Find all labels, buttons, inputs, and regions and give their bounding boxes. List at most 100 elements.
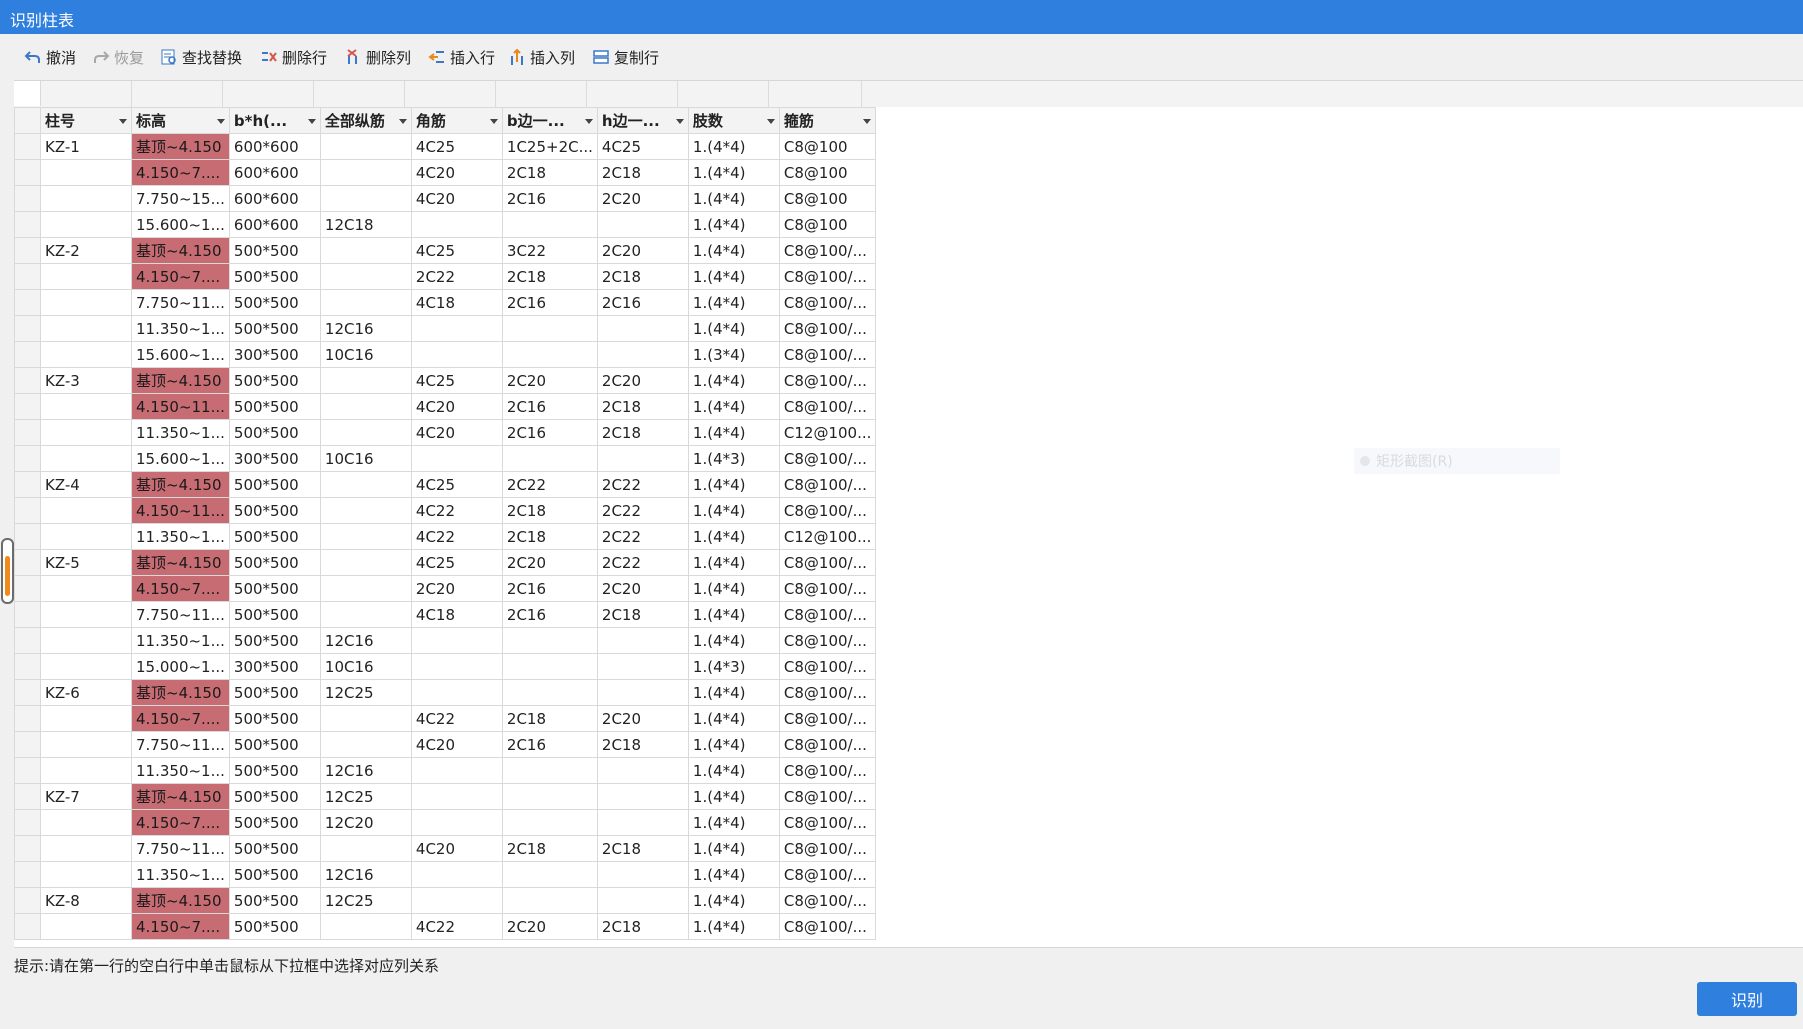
row-number-cell[interactable] xyxy=(14,263,41,290)
table-cell[interactable]: 12C25 xyxy=(319,887,412,914)
row-number-cell[interactable] xyxy=(14,887,41,914)
recognize-button[interactable]: 识别 xyxy=(1697,982,1797,1016)
table-cell[interactable] xyxy=(596,783,689,810)
table-cell[interactable]: KZ-6 xyxy=(40,679,132,706)
table-cell[interactable]: 2C20 xyxy=(596,185,689,212)
table-cell[interactable]: C8@100 xyxy=(778,185,877,212)
row-number-cell[interactable] xyxy=(14,627,41,654)
table-cell[interactable]: 4C18 xyxy=(410,601,503,628)
table-row[interactable]: 11.350~1... 500*500 12C16 1.(4*4) C8@100/... xyxy=(14,861,877,888)
table-cell[interactable]: KZ-5 xyxy=(40,549,132,576)
row-number-cell[interactable] xyxy=(14,497,41,524)
table-row[interactable]: 4.150~7.... 500*500 2C22 2C18 2C18 1.(4*4) C8@… xyxy=(14,263,877,290)
table-cell[interactable]: 2C18 xyxy=(501,523,598,550)
table-cell[interactable]: KZ-1 xyxy=(40,133,132,160)
table-cell[interactable]: 2C16 xyxy=(501,575,598,602)
table-cell[interactable]: 2C18 xyxy=(596,835,689,862)
table-cell[interactable]: C8@100/... xyxy=(778,705,877,732)
table-row[interactable]: 4.150~7.... 500*500 4C22 2C20 2C18 1.(4*4) C8@… xyxy=(14,913,877,940)
table-cell[interactable] xyxy=(596,809,689,836)
table-cell[interactable] xyxy=(40,913,132,940)
dropdown-arrow-icon[interactable] xyxy=(119,119,127,124)
table-cell[interactable]: C8@100 xyxy=(778,133,877,160)
table-cell[interactable]: 2C22 xyxy=(596,497,689,524)
table-cell[interactable] xyxy=(596,679,689,706)
table-cell[interactable]: 2C18 xyxy=(596,393,689,420)
dropdown-arrow-icon[interactable] xyxy=(216,119,225,124)
table-row[interactable]: 15.600~1... 300*500 10C16 1.(4*3) C8@100/... xyxy=(14,445,877,472)
table-row[interactable]: 11.350~1... 500*500 4C22 2C18 2C22 1.(4*4) C12… xyxy=(14,523,877,550)
table-cell[interactable]: 500*500 xyxy=(228,705,321,732)
table-cell[interactable]: 2C20 xyxy=(410,575,503,602)
table-cell[interactable] xyxy=(596,315,689,342)
table-cell[interactable] xyxy=(40,393,132,420)
table-cell[interactable] xyxy=(410,315,503,342)
table-cell[interactable]: 500*500 xyxy=(228,887,321,914)
row-number-cell[interactable] xyxy=(14,367,41,394)
table-cell[interactable]: 4C25 xyxy=(410,237,503,264)
mapping-row-blank-cell[interactable] xyxy=(14,81,41,106)
table-cell[interactable]: 11.350~1... xyxy=(131,861,230,888)
table-cell[interactable] xyxy=(319,731,412,758)
table-row[interactable]: 4.150~7.... 500*500 4C22 2C18 2C20 1.(4*4) C8@… xyxy=(14,705,877,732)
row-number-cell[interactable] xyxy=(14,419,41,446)
table-cell[interactable] xyxy=(410,887,503,914)
table-cell[interactable]: 基顶~4.150 xyxy=(131,133,230,160)
table-cell[interactable]: 3C22 xyxy=(501,237,598,264)
table-cell[interactable]: C8@100/... xyxy=(778,341,877,368)
table-cell[interactable] xyxy=(596,627,689,654)
table-cell[interactable]: 2C18 xyxy=(501,835,598,862)
row-number-cell[interactable] xyxy=(14,133,41,160)
table-cell[interactable]: 2C22 xyxy=(596,523,689,550)
table-cell[interactable] xyxy=(40,341,132,368)
table-cell[interactable]: 2C18 xyxy=(501,705,598,732)
column-header[interactable]: 标高 xyxy=(131,107,230,134)
row-number-cell[interactable] xyxy=(14,679,41,706)
table-row[interactable]: 11.350~1... 500*500 12C16 1.(4*4) C8@100/... xyxy=(14,315,877,342)
row-number-cell[interactable] xyxy=(14,601,41,628)
table-row[interactable]: 7.750~15... 600*600 4C20 2C16 2C20 1.(4*4) C8@… xyxy=(14,185,877,212)
table-cell[interactable] xyxy=(319,185,412,212)
table-cell[interactable]: 500*500 xyxy=(228,497,321,524)
table-cell[interactable]: 基顶~4.150 xyxy=(131,679,230,706)
column-header[interactable]: 箍筋 xyxy=(778,107,877,134)
table-cell[interactable]: 500*500 xyxy=(228,393,321,420)
table-cell[interactable]: 4C25 xyxy=(410,367,503,394)
table-cell[interactable]: 12C25 xyxy=(319,783,412,810)
table-cell[interactable] xyxy=(319,549,412,576)
table-cell[interactable]: 4C20 xyxy=(410,159,503,186)
table-cell[interactable]: 1.(4*4) xyxy=(687,601,780,628)
table-cell[interactable]: 1.(4*4) xyxy=(687,887,780,914)
dropdown-arrow-icon[interactable] xyxy=(307,119,316,124)
row-number-cell[interactable] xyxy=(14,705,41,732)
table-cell[interactable]: 500*500 xyxy=(228,263,321,290)
table-cell[interactable] xyxy=(410,341,503,368)
table-cell[interactable]: C8@100/... xyxy=(778,601,877,628)
table-cell[interactable] xyxy=(410,211,503,238)
table-cell[interactable] xyxy=(410,783,503,810)
dropdown-arrow-icon[interactable] xyxy=(398,119,407,124)
table-cell[interactable]: 11.350~1... xyxy=(131,419,230,446)
table-cell[interactable] xyxy=(40,653,132,680)
table-cell[interactable] xyxy=(40,861,132,888)
table-cell[interactable]: 4C20 xyxy=(410,835,503,862)
row-number-cell[interactable] xyxy=(14,159,41,186)
table-cell[interactable]: C8@100/... xyxy=(778,809,877,836)
row-number-cell[interactable] xyxy=(14,549,41,576)
table-cell[interactable]: 4C20 xyxy=(410,185,503,212)
table-cell[interactable]: C8@100/... xyxy=(778,783,877,810)
table-cell[interactable]: 1.(4*4) xyxy=(687,185,780,212)
table-cell[interactable]: 500*500 xyxy=(228,523,321,550)
table-cell[interactable]: 4.150~7.... xyxy=(131,809,230,836)
row-number-cell[interactable] xyxy=(14,861,41,888)
table-cell[interactable]: 4C18 xyxy=(410,289,503,316)
row-number-cell[interactable] xyxy=(14,211,41,238)
table-cell[interactable]: C8@100/... xyxy=(778,263,877,290)
table-row[interactable]: 4.150~11... 500*500 4C20 2C16 2C18 1.(4*4) C8@… xyxy=(14,393,877,420)
table-cell[interactable]: 基顶~4.150 xyxy=(131,887,230,914)
table-cell[interactable]: 2C18 xyxy=(501,263,598,290)
table-cell[interactable]: 2C18 xyxy=(596,159,689,186)
table-row[interactable]: 7.750~11... 500*500 4C20 2C16 2C18 1.(4*4) C8@… xyxy=(14,731,877,758)
column-header[interactable]: 柱号 xyxy=(40,107,132,134)
table-cell[interactable] xyxy=(501,861,598,888)
